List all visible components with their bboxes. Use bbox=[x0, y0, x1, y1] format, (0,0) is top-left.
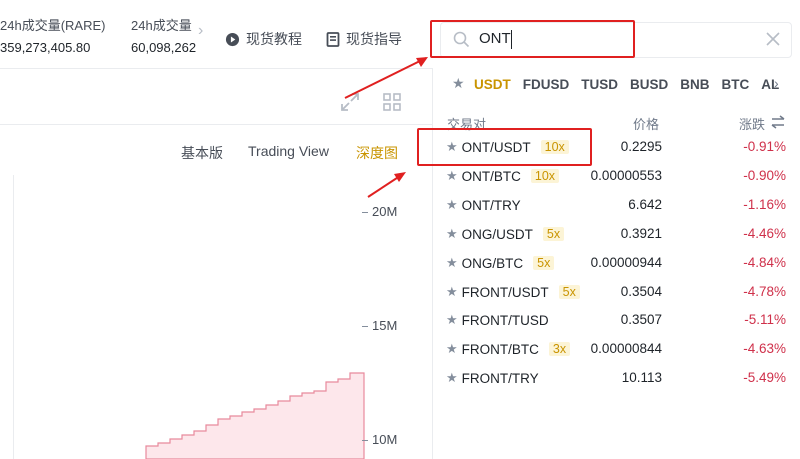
stat-value-rare-volume: 359,273,405.80 bbox=[0, 40, 91, 55]
stat-label-rare-volume: 24h成交量(RARE) bbox=[0, 18, 106, 33]
table-row[interactable]: ★ FRONT/TRY 10.113 -5.49% bbox=[446, 366, 790, 392]
stat-value-volume: 60,098,262 bbox=[131, 40, 197, 55]
bid-depth-area bbox=[145, 372, 365, 459]
spot-tutorial-link[interactable]: 现货教程 bbox=[225, 29, 302, 49]
pair-change: -4.78% bbox=[743, 284, 786, 299]
quote-filter-bar: USDT FDUSD TUSD BUSD BNB BTC AL bbox=[474, 77, 779, 92]
tab-trading-view[interactable]: Trading View bbox=[248, 143, 329, 159]
favorites-star-icon[interactable]: ★ bbox=[452, 75, 465, 92]
pair-change: -1.16% bbox=[743, 197, 786, 212]
pair-change: -0.90% bbox=[743, 168, 786, 183]
y-tick-mark bbox=[362, 212, 368, 213]
leverage-badge: 3x bbox=[548, 342, 571, 356]
filter-bnb[interactable]: BNB bbox=[680, 77, 709, 92]
leverage-badge: 10x bbox=[530, 169, 560, 183]
y-tick-15m: 15M bbox=[372, 318, 398, 333]
pair-price: 0.3504 bbox=[620, 284, 662, 299]
pair-change: -4.63% bbox=[743, 341, 786, 356]
filter-busd[interactable]: BUSD bbox=[630, 77, 668, 92]
table-row[interactable]: ★ ONT/BTC 10x 0.00000553 -0.90% bbox=[446, 164, 790, 190]
table-row[interactable]: ★ FRONT/BTC 3x 0.00000844 -4.63% bbox=[446, 337, 790, 363]
chevron-right-icon[interactable]: › bbox=[198, 22, 203, 40]
pair-name: ONG/USDT bbox=[461, 226, 533, 242]
table-row[interactable]: ★ FRONT/TUSD 0.3507 -5.11% bbox=[446, 308, 790, 334]
close-icon[interactable] bbox=[765, 31, 781, 47]
col-header-price[interactable]: 价格 bbox=[633, 114, 659, 133]
filter-usdt[interactable]: USDT bbox=[474, 77, 511, 92]
y-tick-10m: 10M bbox=[372, 432, 398, 447]
y-tick-20m: 20M bbox=[372, 204, 398, 219]
y-tick-mark bbox=[362, 326, 368, 327]
star-icon[interactable]: ★ bbox=[446, 168, 458, 184]
annotation-arrows bbox=[344, 57, 428, 198]
table-row[interactable]: ★ ONG/USDT 5x 0.3921 -4.46% bbox=[446, 222, 790, 248]
pair-price: 10.113 bbox=[621, 370, 662, 385]
pair-name: ONG/BTC bbox=[461, 255, 524, 271]
annotation-box-result bbox=[417, 128, 592, 166]
pair-change: -4.84% bbox=[743, 255, 786, 270]
pair-price: 0.00000553 bbox=[590, 168, 662, 183]
annotation-box-search bbox=[430, 20, 635, 58]
filter-fdusd[interactable]: FDUSD bbox=[523, 77, 570, 92]
pair-change: -5.49% bbox=[743, 370, 786, 385]
pair-price: 0.00000944 bbox=[590, 255, 662, 270]
star-icon[interactable]: ★ bbox=[446, 341, 458, 357]
table-row[interactable]: ★ FRONT/USDT 5x 0.3504 -4.78% bbox=[446, 280, 790, 306]
pair-name: FRONT/TRY bbox=[461, 370, 539, 386]
spot-tutorial-label: 现货教程 bbox=[246, 31, 302, 47]
star-icon[interactable]: ★ bbox=[446, 197, 458, 213]
pair-price: 0.00000844 bbox=[590, 341, 662, 356]
filter-tusd[interactable]: TUSD bbox=[581, 77, 618, 92]
y-tick-mark bbox=[362, 440, 368, 441]
pair-name: FRONT/TUSD bbox=[461, 312, 549, 328]
pair-name: FRONT/USDT bbox=[461, 284, 549, 300]
star-icon[interactable]: ★ bbox=[446, 370, 458, 386]
table-row[interactable]: ★ ONT/TRY 6.642 -1.16% bbox=[446, 193, 790, 219]
play-circle-icon bbox=[225, 32, 240, 46]
pair-name: FRONT/BTC bbox=[461, 341, 539, 357]
pair-price: 0.3921 bbox=[620, 226, 662, 241]
leverage-badge: 5x bbox=[542, 227, 565, 241]
swap-icon[interactable] bbox=[770, 115, 786, 129]
star-icon[interactable]: ★ bbox=[446, 226, 458, 242]
filter-btc[interactable]: BTC bbox=[722, 77, 750, 92]
leverage-badge: 5x bbox=[558, 285, 580, 299]
stat-label-volume: 24h成交量 bbox=[131, 18, 192, 33]
leverage-badge: 5x bbox=[533, 256, 555, 270]
star-icon[interactable]: ★ bbox=[446, 255, 458, 271]
pair-change: -4.46% bbox=[743, 226, 786, 241]
pair-name: ONT/TRY bbox=[461, 197, 521, 213]
table-row[interactable]: ★ ONG/BTC 5x 0.00000944 -4.84% bbox=[446, 251, 790, 277]
pair-price: 0.3507 bbox=[620, 312, 662, 327]
chevron-right-icon[interactable]: › bbox=[774, 75, 779, 91]
pair-price: 0.2295 bbox=[620, 139, 662, 154]
pair-price: 6.642 bbox=[628, 197, 662, 212]
pair-change: -5.11% bbox=[744, 312, 786, 327]
pair-name: ONT/BTC bbox=[461, 168, 521, 184]
star-icon[interactable]: ★ bbox=[446, 312, 458, 328]
star-icon[interactable]: ★ bbox=[446, 284, 458, 300]
col-header-change[interactable]: 涨跌 bbox=[739, 114, 765, 133]
pair-change: -0.91% bbox=[743, 139, 786, 154]
document-icon bbox=[326, 31, 340, 47]
